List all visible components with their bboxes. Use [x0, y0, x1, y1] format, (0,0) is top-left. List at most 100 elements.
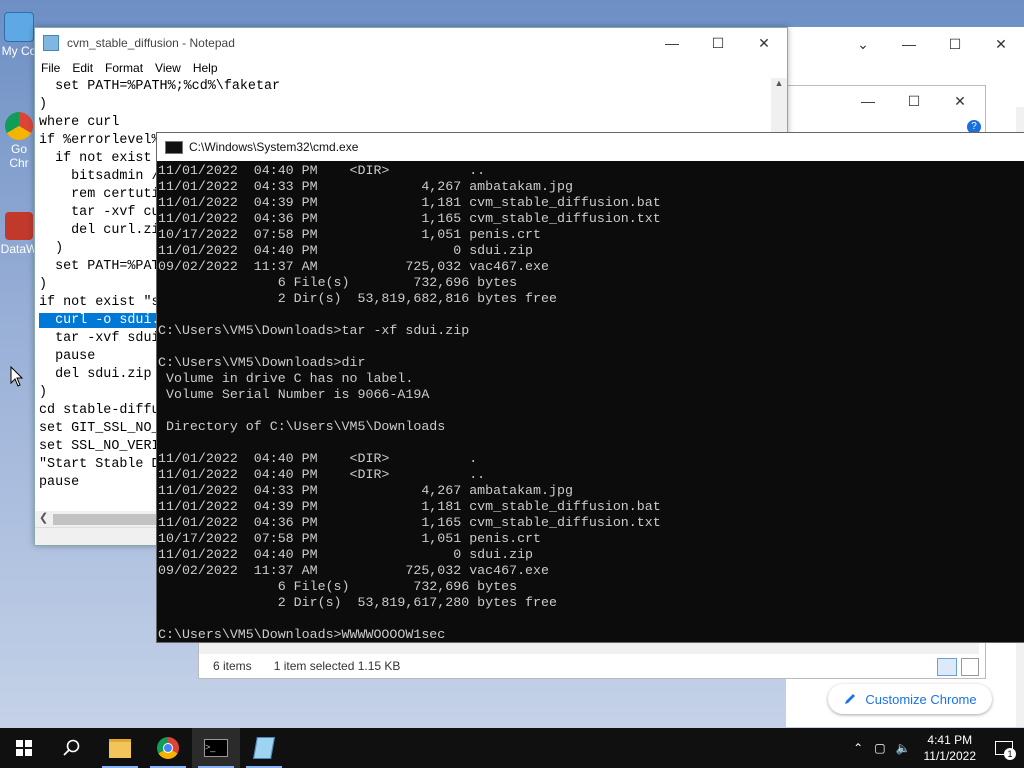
- notepad-line-text: set SSL_NO_VERI: [39, 439, 160, 454]
- notepad-line-text: ): [39, 277, 48, 292]
- cmd-icon: [165, 140, 183, 154]
- minimize-icon[interactable]: —: [845, 86, 891, 116]
- console-line: 11/01/2022 04:39 PM 1,181 cvm_stable_dif…: [158, 195, 661, 210]
- explorer-hscroll[interactable]: [199, 642, 979, 654]
- notepad-line-text: pause: [39, 475, 80, 490]
- notepad-line-text: where curl: [39, 115, 120, 130]
- console-line: 11/01/2022 04:39 PM 1,181 cvm_stable_dif…: [158, 499, 661, 514]
- console-line: C:\Users\VM5\Downloads>dir: [158, 355, 366, 370]
- notification-badge: 1: [1004, 748, 1016, 760]
- customize-chrome-label: Customize Chrome: [865, 691, 977, 707]
- close-icon[interactable]: ✕: [937, 86, 983, 116]
- minimize-icon[interactable]: —: [886, 29, 932, 59]
- menu-format[interactable]: Format: [99, 58, 149, 78]
- menu-edit[interactable]: Edit: [66, 58, 99, 78]
- taskbar-notepad[interactable]: [240, 728, 288, 768]
- close-icon[interactable]: ✕: [741, 28, 787, 58]
- console-line: Volume in drive C has no label.: [158, 371, 414, 386]
- notepad-line: ): [35, 96, 771, 114]
- mouse-cursor-icon: [10, 366, 24, 387]
- maximize-icon[interactable]: ☐: [932, 29, 978, 59]
- console-line: 11/01/2022 04:40 PM <DIR> ..: [158, 163, 486, 178]
- details-view-icon[interactable]: [937, 658, 957, 676]
- console-line: 11/01/2022 04:40 PM <DIR> ..: [158, 467, 486, 482]
- notepad-line-text: "Start Stable D: [39, 457, 160, 472]
- notepad-menubar: File Edit Format View Help: [35, 58, 787, 78]
- folder-icon: [109, 738, 131, 758]
- computer-icon: [4, 12, 34, 42]
- desktop-icon-my-computer[interactable]: My Co: [0, 12, 38, 58]
- console-line: 11/01/2022 04:40 PM 0 sdui.zip: [158, 547, 534, 562]
- network-icon[interactable]: ▢: [874, 741, 885, 755]
- large-icons-view-icon[interactable]: [961, 658, 979, 676]
- desktop-icon-google-chrome[interactable]: Go Chr: [0, 112, 38, 170]
- close-icon[interactable]: ✕: [978, 29, 1024, 59]
- console-line: 11/01/2022 04:36 PM 1,165 cvm_stable_dif…: [158, 515, 661, 530]
- clock[interactable]: 4:41 PM 11/1/2022: [924, 732, 977, 764]
- console-line: 09/02/2022 11:37 AM 725,032 vac467.exe: [158, 563, 549, 578]
- terminal-icon: >_: [204, 739, 228, 757]
- chevron-down-icon[interactable]: ⌄: [840, 29, 886, 59]
- console-line: 6 File(s) 732,696 bytes: [158, 275, 518, 290]
- clock-time: 4:41 PM: [927, 733, 973, 747]
- scroll-left-icon[interactable]: ❮: [39, 511, 48, 524]
- console-line: 2 Dir(s) 53,819,617,280 bytes free: [158, 595, 557, 610]
- maximize-icon[interactable]: ☐: [695, 28, 741, 58]
- explorer-window-controls: — ☐ ✕: [845, 86, 983, 116]
- menu-file[interactable]: File: [35, 58, 66, 78]
- menu-view[interactable]: View: [149, 58, 187, 78]
- taskbar-chrome[interactable]: [144, 728, 192, 768]
- search-button[interactable]: [48, 728, 96, 768]
- cmd-titlebar[interactable]: C:\Windows\System32\cmd.exe: [157, 133, 1024, 161]
- console-line: 10/17/2022 07:58 PM 1,051 penis.crt: [158, 531, 542, 546]
- chevron-up-icon[interactable]: ⌃: [853, 741, 863, 755]
- start-button[interactable]: [0, 728, 48, 768]
- console-line: C:\Users\VM5\Downloads>tar -xf sdui.zip: [158, 323, 470, 338]
- notification-button[interactable]: 1: [984, 728, 1024, 768]
- notepad-line-text: set PATH=%PATH%;%cd%\faketar: [39, 79, 281, 94]
- notepad-line: set PATH=%PATH%;%cd%\faketar: [35, 78, 771, 96]
- minimize-icon[interactable]: —: [649, 28, 695, 58]
- taskbar: >_ ⌃ ▢ 🔈 4:41 PM 11/1/2022 1: [0, 728, 1024, 768]
- console-line: 2 Dir(s) 53,819,682,816 bytes free: [158, 291, 557, 306]
- desktop-icon-label: Go Chr: [9, 142, 29, 170]
- scroll-up-icon[interactable]: ▲: [771, 78, 787, 88]
- console-line: Volume Serial Number is 9066-A19A: [158, 387, 430, 402]
- app-icon: [5, 212, 33, 240]
- taskbar-cmd[interactable]: >_: [192, 728, 240, 768]
- console-line: 6 File(s) 732,696 bytes: [158, 579, 518, 594]
- hscroll-thumb[interactable]: [53, 514, 159, 525]
- notepad-line-text: ): [39, 97, 48, 112]
- console-line: 11/01/2022 04:33 PM 4,267 ambatakam.jpg: [158, 483, 573, 498]
- customize-chrome-button[interactable]: Customize Chrome: [828, 684, 992, 714]
- notepad-line-text: set GIT_SSL_NO_: [39, 421, 160, 436]
- notepad-line-text: ): [39, 241, 64, 256]
- taskbar-file-explorer[interactable]: [96, 728, 144, 768]
- notepad-line: where curl: [35, 114, 771, 132]
- console-line: 10/17/2022 07:58 PM 1,051 penis.crt: [158, 227, 542, 242]
- notepad-line-text: pause: [39, 349, 96, 364]
- chrome-icon: [157, 737, 179, 759]
- notepad-line-text: bitsadmin /: [39, 169, 160, 184]
- menu-help[interactable]: Help: [187, 58, 224, 78]
- notepad-line-text: del curl.zi: [39, 223, 160, 238]
- console-line: 11/01/2022 04:33 PM 4,267 ambatakam.jpg: [158, 179, 573, 194]
- maximize-icon[interactable]: ☐: [891, 86, 937, 116]
- desktop-icon-label: My Co: [1, 44, 37, 58]
- notepad-line-text: if %errorlevel%: [39, 133, 160, 148]
- cmd-console-output[interactable]: 11/01/2022 04:40 PM <DIR> .. 11/01/2022 0…: [157, 163, 1024, 641]
- windows-logo-icon: [16, 740, 32, 756]
- chrome-window-controls: ⌄ — ☐ ✕: [840, 29, 1024, 59]
- notepad-line-text: if not exist "s: [39, 295, 160, 310]
- notepad-window-controls: — ☐ ✕: [649, 28, 787, 58]
- console-line: C:\Users\VM5\Downloads>WWWWOOOOW1sec: [158, 627, 446, 641]
- desktop-icon-dataw[interactable]: DataW: [0, 212, 38, 256]
- pencil-icon: [845, 694, 856, 704]
- volume-icon[interactable]: 🔈: [896, 741, 911, 755]
- system-tray: ⌃ ▢ 🔈 4:41 PM 11/1/2022 1: [847, 728, 1024, 768]
